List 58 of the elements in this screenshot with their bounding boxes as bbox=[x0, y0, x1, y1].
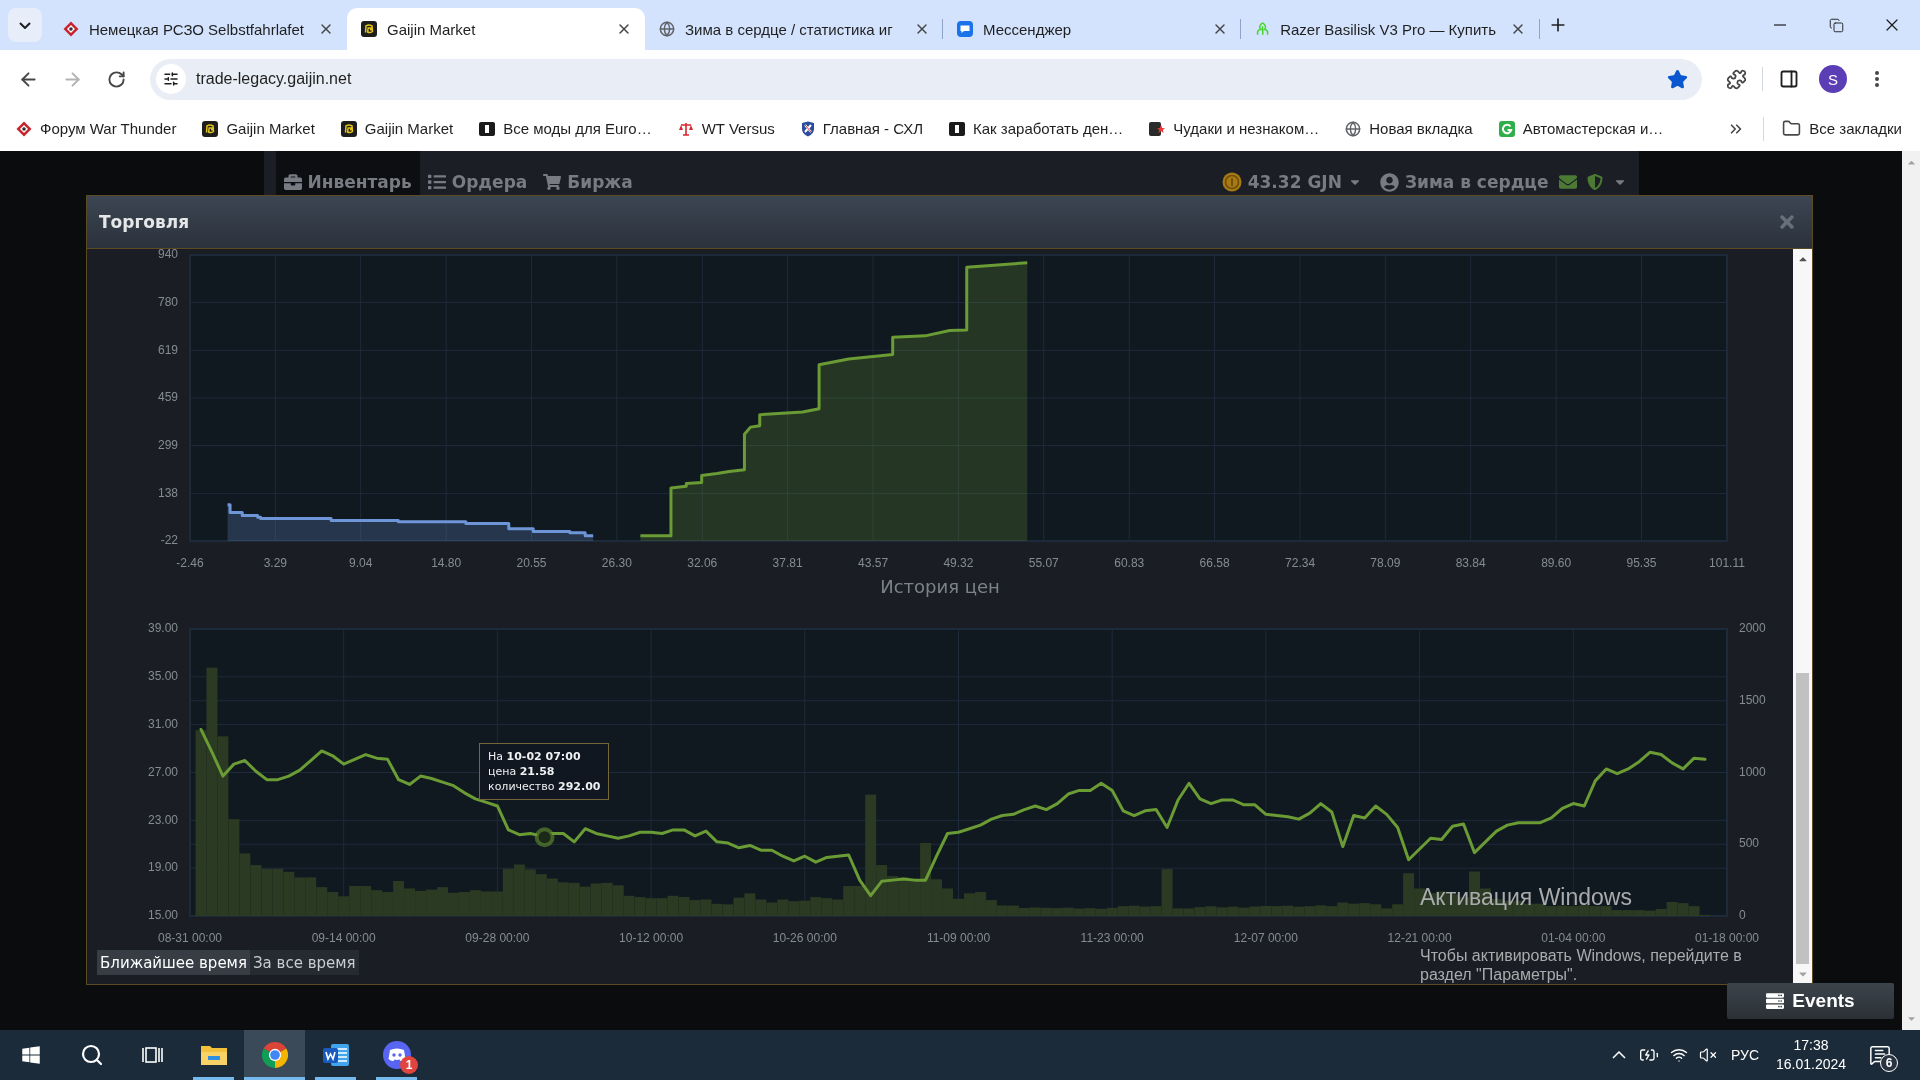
axis-label: 49.32 bbox=[943, 556, 974, 570]
axis-label: 66.58 bbox=[1199, 556, 1230, 570]
axis-label: 15.00 bbox=[147, 908, 178, 923]
axis-label: 9.04 bbox=[349, 556, 373, 570]
axis-label: 11-09 00:00 bbox=[926, 931, 991, 945]
axis-label: 940 bbox=[157, 247, 178, 262]
axis-label: 12-21 00:00 bbox=[1387, 931, 1452, 945]
axis-label: 10-12 00:00 bbox=[619, 931, 684, 945]
tooltip-line: количество 292.00 bbox=[488, 779, 601, 794]
axis-label: 83.84 bbox=[1455, 556, 1486, 570]
notification-badge: 1 bbox=[400, 1056, 418, 1074]
axis-label: -22 bbox=[160, 533, 178, 548]
tooltip-line: На 10-02 07:00 bbox=[488, 749, 582, 764]
axis-label: 0 bbox=[1739, 908, 1746, 923]
dialog-title: Торговля bbox=[99, 212, 190, 232]
axis-label: 72.34 bbox=[1285, 556, 1316, 570]
axis-label: 10-26 00:00 bbox=[772, 931, 837, 945]
axis-label: 299 bbox=[157, 437, 178, 452]
axis-label: 459 bbox=[157, 390, 178, 405]
activation-title: Активация Windows bbox=[1420, 884, 1632, 910]
axis-label: 37.81 bbox=[772, 556, 803, 570]
axis-label: 1000 bbox=[1739, 764, 1766, 779]
axis-label: 08-31 00:00 bbox=[157, 931, 223, 945]
axis-label: 26.30 bbox=[601, 556, 632, 570]
axis-label: 23.00 bbox=[147, 812, 178, 827]
notification-badge: 6 bbox=[1880, 1054, 1898, 1072]
axis-label: 78.09 bbox=[1370, 556, 1401, 570]
axis-label: 27.00 bbox=[147, 764, 178, 779]
axis-label: 101.11 bbox=[1709, 556, 1745, 570]
axis-label: 20.55 bbox=[516, 556, 547, 570]
axis-label: -2.46 bbox=[176, 556, 204, 570]
axis-label: 500 bbox=[1739, 836, 1760, 851]
axis-label: 09-28 00:00 bbox=[465, 931, 530, 945]
axis-label: 01-04 00:00 bbox=[1541, 931, 1606, 945]
tooltip-line: цена 21.58 bbox=[488, 764, 556, 779]
axis-label: 39.00 bbox=[147, 621, 178, 636]
axis-label: 01-18 00:00 bbox=[1694, 931, 1760, 945]
axis-label: 43.57 bbox=[858, 556, 889, 570]
axis-label: 95.35 bbox=[1626, 556, 1657, 570]
axis-label: 138 bbox=[157, 485, 178, 500]
axis-label: 1500 bbox=[1739, 692, 1766, 707]
axis-label: 619 bbox=[157, 342, 178, 357]
axis-label: 14.80 bbox=[431, 556, 462, 570]
axis-label: 35.00 bbox=[147, 669, 178, 683]
axis-label: 31.00 bbox=[147, 716, 178, 731]
axis-label: 32.06 bbox=[687, 556, 718, 570]
axis-label: 55.07 bbox=[1028, 556, 1059, 570]
axis-label: 60.83 bbox=[1114, 556, 1145, 570]
axis-label: 12-07 00:00 bbox=[1233, 931, 1298, 945]
chart-title: История цен bbox=[880, 575, 1000, 597]
activation-text: Чтобы активировать Windows, перейдите в раздел "Параметры". bbox=[1420, 946, 1743, 984]
axis-label: 2000 bbox=[1739, 621, 1766, 636]
axis-label: 780 bbox=[157, 294, 178, 309]
axis-label: 09-14 00:00 bbox=[311, 931, 376, 945]
axis-label: 11-23 00:00 bbox=[1080, 931, 1144, 945]
axis-label: 3.29 bbox=[263, 556, 287, 570]
axis-label: 89.60 bbox=[1541, 556, 1572, 570]
axis-label: 19.00 bbox=[147, 860, 178, 875]
